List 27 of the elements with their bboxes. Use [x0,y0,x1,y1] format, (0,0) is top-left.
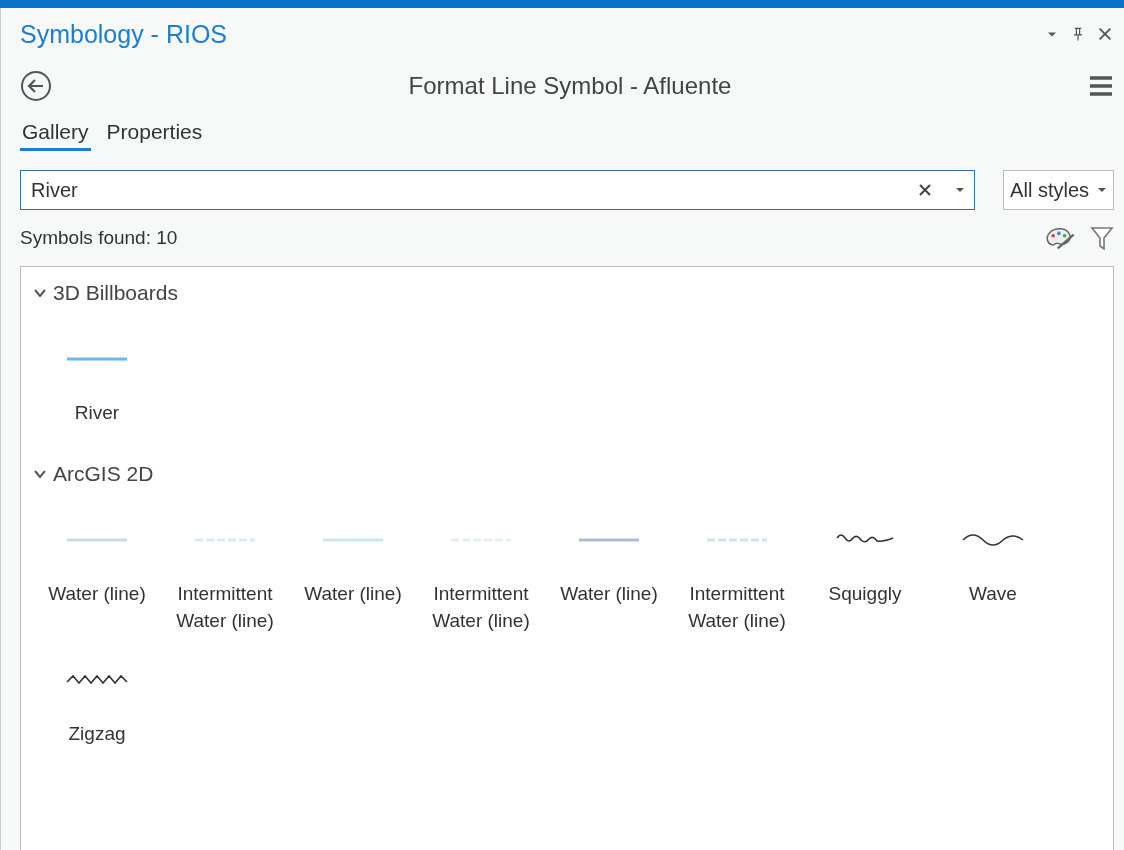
palette-icon[interactable] [1044,225,1076,251]
symbol-label[interactable]: Intermittent Water (line) [417,580,545,634]
back-icon[interactable] [20,70,52,102]
symbol-label[interactable]: Wave [969,580,1017,607]
symbol-label[interactable]: Water (line) [48,580,146,607]
close-icon[interactable] [1096,25,1114,43]
group-title[interactable]: 3D Billboards [53,281,178,305]
symbol-label[interactable]: Intermittent Water (line) [673,580,801,634]
symbol-label[interactable]: Intermittent Water (line) [161,580,289,634]
symbol-label[interactable]: Zigzag [68,720,126,747]
style-dropdown[interactable]: All styles [1003,170,1114,210]
symbol-label[interactable]: Water (line) [304,580,402,607]
symbol-label[interactable]: Squiggly [828,580,902,607]
search-field[interactable]: River [20,170,976,210]
format-heading: Format Line Symbol - Afluente [407,72,733,100]
menu-icon[interactable] [1088,74,1114,98]
symbol-label[interactable]: Water (line) [560,580,658,607]
symbols-count: Symbols found: 10 [20,227,179,249]
dropdown-icon[interactable] [955,186,966,194]
group-title[interactable]: ArcGIS 2D [53,462,154,486]
tab[interactable]: Gallery [20,117,91,151]
panel-title: Symbology - RIOS [20,19,228,49]
clear-icon[interactable] [917,182,934,198]
caret-icon [1097,186,1107,194]
symbol-label[interactable]: River [74,399,120,426]
tab[interactable]: Properties [104,117,205,151]
filter-icon[interactable] [1090,224,1114,252]
